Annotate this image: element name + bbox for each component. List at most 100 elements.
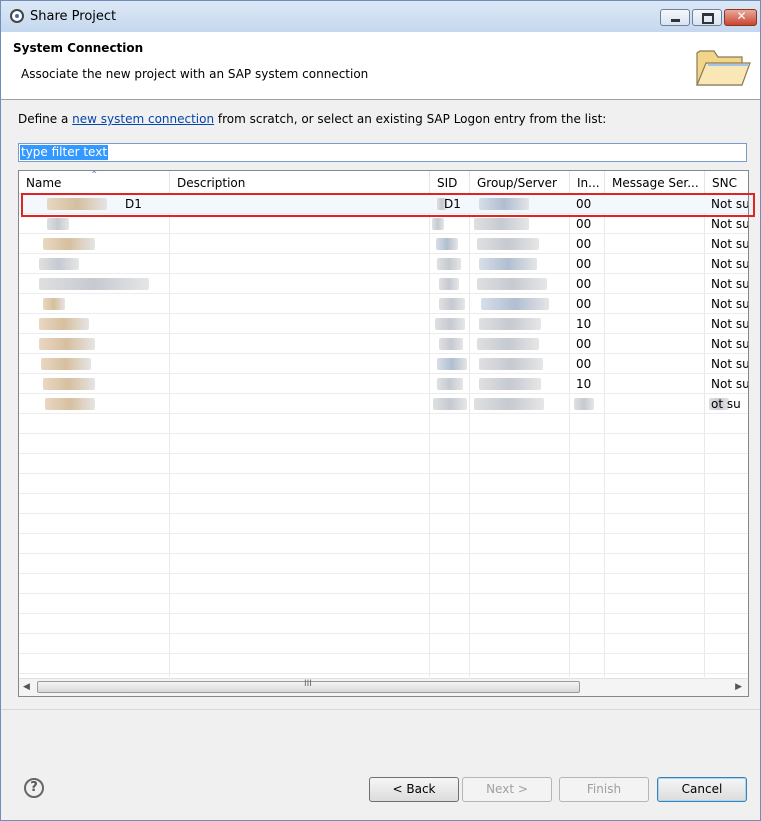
column-header-instance[interactable]: In... [570, 171, 605, 193]
cell-instance: 00 [576, 357, 592, 371]
column-header-description[interactable]: Description [170, 171, 430, 193]
cell-group-server [470, 314, 570, 333]
cell-sid [430, 354, 470, 373]
eclipse-app-icon [10, 9, 24, 23]
scroll-right-icon[interactable]: ▶ [735, 682, 742, 692]
empty-row [19, 634, 748, 654]
cell-message-server [605, 334, 705, 353]
cell-description [170, 314, 430, 333]
table-row[interactable]: 00 Not su [19, 214, 748, 234]
cell-sid [430, 394, 470, 413]
cell-group-server [470, 294, 570, 313]
column-header-sid[interactable]: SID [430, 171, 470, 193]
cell-description [170, 254, 430, 273]
window-title: Share Project [30, 9, 117, 24]
cell-description [170, 354, 430, 373]
table-row[interactable]: 10 Not su [19, 314, 748, 334]
cell-snc: Not su [711, 237, 748, 251]
cell-description [170, 334, 430, 353]
cell-sid [430, 314, 470, 333]
filter-input[interactable]: type filter text [18, 143, 747, 162]
cell-instance: 00 [576, 257, 592, 271]
empty-row [19, 554, 748, 574]
empty-row [19, 514, 748, 534]
cell-group-server [470, 234, 570, 253]
cell-group-server [470, 354, 570, 373]
new-system-connection-link[interactable]: new system connection [72, 112, 214, 126]
back-button[interactable]: < Back [369, 777, 459, 802]
help-icon[interactable]: ? [24, 778, 44, 798]
table-row[interactable]: 00 Not su [19, 234, 748, 254]
cell-name [19, 294, 170, 313]
table-row[interactable]: ot su [19, 394, 748, 414]
horizontal-scrollbar[interactable]: ◀ III ▶ [19, 678, 748, 696]
empty-row [19, 474, 748, 494]
cell-group-server [470, 374, 570, 393]
cell-message-server [605, 274, 705, 293]
cell-sid [430, 374, 470, 393]
next-button[interactable]: Next > [462, 777, 552, 802]
empty-row [19, 454, 748, 474]
cell-message-server [605, 314, 705, 333]
cell-snc: Not su [711, 377, 748, 391]
instruction-prefix: Define a [18, 112, 73, 126]
cell-instance: 10 [576, 317, 592, 331]
cell-sid [430, 294, 470, 313]
title-bar[interactable]: Share Project ✕ [1, 1, 760, 32]
table-row[interactable]: 00 Not su [19, 254, 748, 274]
cell-instance [570, 394, 605, 413]
footer-divider [1, 709, 760, 710]
minimize-button[interactable] [660, 9, 690, 26]
folder-icon [696, 50, 751, 86]
cell-sid [430, 254, 470, 273]
table-row[interactable]: 00 Not su [19, 354, 748, 374]
finish-button[interactable]: Finish [559, 777, 649, 802]
empty-row [19, 414, 748, 434]
cell-sid [430, 234, 470, 253]
cell-group-server [470, 394, 570, 413]
column-header-message-server[interactable]: Message Ser... [605, 171, 705, 193]
wizard-header: System Connection Associate the new proj… [1, 32, 760, 100]
sort-ascending-icon: ⌃ [90, 171, 99, 181]
cell-sid [430, 274, 470, 293]
cell-instance: 10 [576, 377, 592, 391]
column-header-name[interactable]: Name ⌃ [19, 171, 170, 193]
cell-name [19, 234, 170, 253]
cell-description [170, 234, 430, 253]
cell-instance: 00 [576, 337, 592, 351]
table-row[interactable]: 00 Not su [19, 334, 748, 354]
cell-snc: Not su [711, 257, 748, 271]
cell-snc: Not su [711, 357, 748, 371]
close-icon: ✕ [736, 9, 747, 23]
column-header-group-server[interactable]: Group/Server [470, 171, 570, 193]
page-description: Associate the new project with an SAP sy… [21, 67, 369, 81]
instruction-suffix: from scratch, or select an existing SAP … [214, 112, 607, 126]
share-project-dialog: Share Project ✕ System Connection Associ… [0, 0, 761, 821]
cell-name [19, 374, 170, 393]
empty-row [19, 614, 748, 634]
cell-group-server [470, 254, 570, 273]
cell-snc: Not su [711, 337, 748, 351]
cell-snc: Not su [711, 297, 748, 311]
system-connection-table[interactable]: Name ⌃ Description SID Group/Server In...… [18, 170, 749, 697]
cell-sid [430, 334, 470, 353]
table-row[interactable]: 10 Not su [19, 374, 748, 394]
table-header: Name ⌃ Description SID Group/Server In...… [19, 171, 748, 194]
cell-snc: Not su [711, 277, 748, 291]
empty-row [19, 654, 748, 674]
maximize-button[interactable] [692, 9, 722, 26]
cell-instance: 00 [576, 297, 592, 311]
close-button[interactable]: ✕ [724, 9, 757, 26]
cell-group-server [470, 334, 570, 353]
cell-name [19, 274, 170, 293]
cell-message-server [605, 374, 705, 393]
table-row[interactable]: 00 Not su [19, 274, 748, 294]
cell-message-server [605, 254, 705, 273]
cell-description [170, 274, 430, 293]
cancel-button[interactable]: Cancel [657, 777, 747, 802]
scrollbar-thumb[interactable]: III [37, 679, 580, 693]
scroll-left-icon[interactable]: ◀ [23, 682, 30, 692]
empty-row [19, 534, 748, 554]
column-header-snc[interactable]: SNC [705, 171, 748, 193]
table-row[interactable]: 00 Not su [19, 294, 748, 314]
